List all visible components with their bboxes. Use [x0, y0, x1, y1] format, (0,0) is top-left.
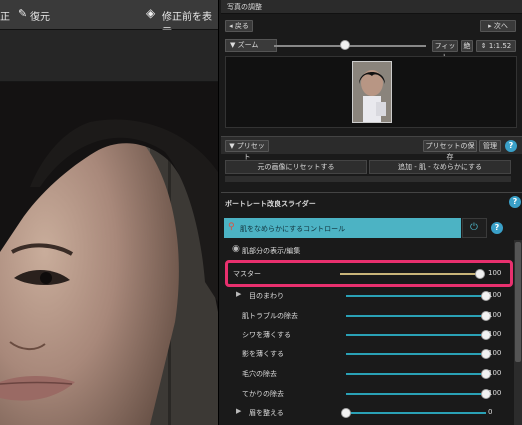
portrait-photo [0, 82, 218, 425]
thumbnail-image [353, 62, 391, 122]
slider-label: 目のまわり [249, 292, 284, 300]
slider-label: 毛穴の除去 [242, 370, 277, 378]
restore-brush-icon: ✎ [18, 7, 28, 20]
toolbar-strip [0, 30, 218, 82]
back-button[interactable]: ◂ 戻る [225, 20, 253, 32]
manage-button[interactable]: 管理 [479, 140, 501, 152]
slider-track[interactable] [346, 412, 486, 414]
skin-control-title: 肌をなめらかにするコントロール [240, 225, 346, 233]
slider-track[interactable] [346, 334, 486, 336]
slider-label: シワを薄くする [242, 331, 291, 339]
zoom-slider[interactable] [274, 40, 426, 50]
slider-track[interactable] [346, 353, 486, 355]
photo-adjust-title: 写真の調整 [227, 3, 262, 11]
slider-track[interactable] [340, 273, 480, 275]
photo-adjust-header: 写真の調整 [221, 0, 522, 14]
scrollbar-thumb[interactable] [515, 242, 521, 362]
collapse-arrow-icon: ▼ [230, 41, 236, 49]
power-button[interactable]: ⏻ [462, 218, 487, 238]
slider-track[interactable] [346, 373, 486, 375]
skin-control-bar[interactable]: ⚲ 肌をなめらかにするコントロール [224, 218, 461, 238]
slider-value: 100 [488, 369, 502, 377]
skin-display-label: 肌部分の表示/編集 [242, 247, 301, 255]
slider-label: 眉を整える [249, 409, 284, 417]
expand-arrow-icon[interactable]: ▶ [236, 407, 241, 415]
slider-value: 0 [488, 408, 493, 416]
slider-value: 100 [488, 269, 502, 277]
preset-item[interactable]: 追加 - 肌 - なめらかにする [369, 160, 511, 174]
portrait-title: ポートレート改良スライダー [225, 200, 316, 208]
help-icon[interactable]: ? [505, 140, 517, 152]
next-button[interactable]: ▸ 次へ [480, 20, 516, 32]
help-icon[interactable]: ? [491, 222, 503, 234]
slider-label: 肌トラブルの除去 [242, 312, 298, 320]
correct-button[interactable]: 正 [0, 8, 10, 23]
slider-thumb[interactable] [341, 408, 351, 418]
eye-icon[interactable]: ◉ [232, 244, 240, 254]
slider-label: マスター [233, 270, 261, 278]
layers-icon: ◈ [146, 6, 156, 20]
slider-value: 100 [488, 389, 502, 397]
slider-track[interactable] [346, 315, 486, 317]
wand-icon: ⚲ [228, 222, 235, 232]
preset-list-cutoff [225, 176, 511, 182]
slider-thumb[interactable] [475, 269, 485, 279]
fit-button[interactable]: フィット [432, 40, 458, 61]
restore-button[interactable]: 復元 [30, 8, 50, 23]
preset-header: ▼ プリセット プリセットの保存 管理 ? [221, 136, 522, 161]
portrait-photo-image [0, 82, 218, 425]
slider-label: てかりの除去 [242, 390, 284, 398]
slider-label: 影を薄くする [242, 350, 284, 358]
scrollbar[interactable] [514, 240, 522, 425]
help-icon[interactable]: ? [509, 196, 521, 208]
save-preset-button[interactable]: プリセットの保存 [423, 140, 477, 161]
navigator-thumbnail[interactable] [352, 61, 392, 123]
slider-value: 100 [488, 349, 502, 357]
zoom-toggle[interactable]: ▼ ズーム [225, 39, 277, 52]
slider-value: 100 [488, 291, 502, 299]
percent-button[interactable]: 絶 [461, 40, 473, 52]
portrait-header: ポートレート改良スライダー ? [221, 192, 522, 212]
slider-track[interactable] [346, 393, 486, 395]
navigator-preview [225, 56, 517, 128]
edit-toolbar: 正 ✎ 復元 ◈ 修正前を表示 [0, 0, 218, 38]
slider-value: 100 [488, 330, 502, 338]
zoom-value-field[interactable]: ⇕ 1:1.52 [476, 40, 516, 52]
expand-arrow-icon[interactable]: ▶ [236, 290, 241, 298]
slider-value: 100 [488, 311, 502, 319]
power-icon: ⏻ [470, 222, 478, 233]
slider-track[interactable] [346, 295, 486, 297]
preset-toggle[interactable]: ▼ プリセット [225, 140, 269, 161]
preset-item[interactable]: 元の画像にリセットする [225, 160, 367, 174]
